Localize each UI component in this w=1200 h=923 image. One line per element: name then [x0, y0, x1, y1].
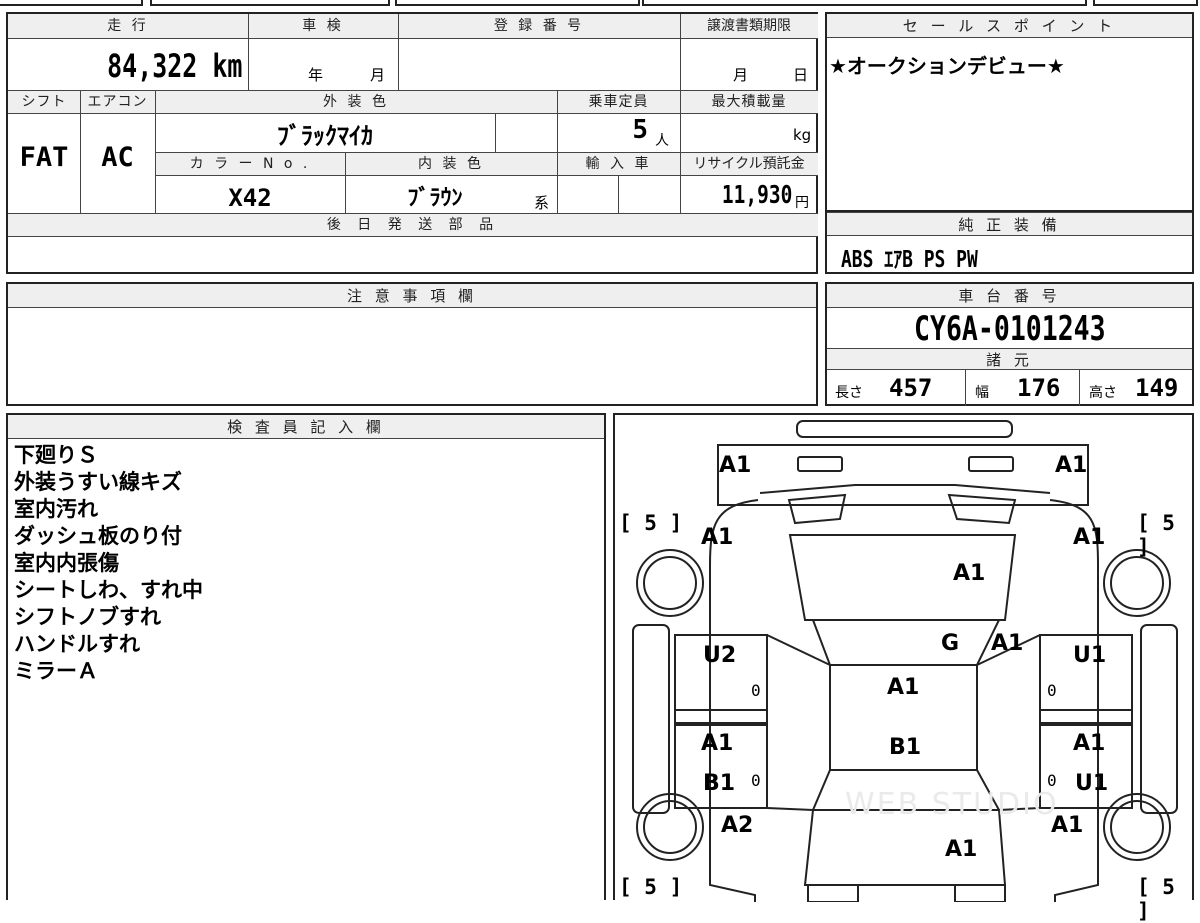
mark-front-door-left: U2	[703, 643, 737, 668]
chassis-value: CY6A-0101243	[913, 309, 1106, 349]
zero-indicator: 0	[1047, 681, 1057, 700]
inspector-notes: 下廻りＳ 外装うすい線キズ 室内汚れ ダッシュ板のり付 室内内張傷 シートしわ、…	[14, 442, 203, 685]
mileage-value: 84,322 km	[106, 47, 242, 85]
note-line: ミラーＡ	[14, 659, 98, 683]
watermark: WEB STUDIO	[845, 787, 1059, 822]
mark-windshield-right: A1	[991, 631, 1024, 656]
transfer-day-unit: 日	[793, 66, 809, 84]
length-label: 長さ	[835, 385, 863, 401]
chassis-label: 車 台 番 号	[827, 284, 1192, 308]
mark-rear-door-right-bottom: U1	[1075, 771, 1109, 796]
inspector-label: 検 査 員 記 入 欄	[8, 415, 604, 439]
shift-label: シフト	[8, 91, 80, 113]
mark-rear-quarter-right: A1	[1051, 813, 1084, 838]
mark-trunk: A1	[945, 837, 978, 862]
max-load-unit: kg	[793, 126, 812, 144]
note-line: 外装うすい線キズ	[14, 470, 182, 494]
shift-value: FAT	[19, 142, 69, 173]
exterior-color-label: 外 装 色	[155, 91, 557, 113]
mileage-label: 走 行	[8, 14, 248, 38]
recycle-value: 11,930	[721, 180, 792, 209]
mark-rear-quarter-left: A2	[721, 813, 754, 838]
import-label: 輸 入 車	[557, 153, 680, 175]
mark-windshield: G	[941, 631, 960, 656]
recycle-unit: 円	[795, 195, 809, 211]
caution-label: 注 意 事 項 欄	[8, 284, 816, 308]
specs-label: 諸 元	[827, 348, 1192, 370]
tire-bottom-left: [ 5 ]	[619, 875, 683, 899]
zero-indicator: 0	[1047, 771, 1057, 790]
mark-fender-right: A1	[1073, 525, 1106, 550]
mark-roof: A1	[887, 675, 920, 700]
note-line: 室内汚れ	[14, 497, 98, 521]
tire-top-left: [ 5 ]	[619, 511, 683, 535]
car-damage-diagram: WEB STUDIO [ 5 ] [ 5 ] [ 5 ] [ 5 ] A1 A1…	[613, 413, 1194, 923]
later-parts-label: 後 日 発 送 部 品	[8, 214, 818, 236]
caution-box: 注 意 事 項 欄	[6, 282, 818, 406]
transfer-deadline-label: 譲渡書類期限	[680, 14, 818, 38]
top-strip	[0, 0, 1200, 8]
interior-color-value: ﾌﾞﾗｳﾝ	[407, 186, 463, 211]
registration-label: 登 録 番 号	[398, 14, 680, 38]
capacity-label: 乗車定員	[557, 91, 680, 113]
note-line: ハンドルすれ	[14, 632, 140, 656]
capacity-unit: 人	[655, 133, 669, 149]
color-no-value: X42	[228, 184, 272, 212]
height-label: 高さ	[1089, 385, 1117, 401]
inspection-month-unit: 月	[370, 66, 386, 84]
mark-roof-rear: B1	[889, 735, 922, 760]
equipment-label: 純 正 装 備	[827, 212, 1192, 236]
mark-rear-door-right-top: A1	[1073, 731, 1106, 756]
inspection-label: 車 検	[248, 14, 398, 38]
aircon-label: エアコン	[80, 91, 155, 113]
length-value: 457	[889, 374, 933, 402]
mark-rear-door-left-bottom: B1	[703, 771, 736, 796]
zero-indicator: 0	[751, 771, 761, 790]
sales-point-text: ★オークションデビュー★	[829, 54, 1065, 78]
interior-suffix: 系	[534, 194, 550, 212]
note-line: ダッシュ板のり付	[14, 524, 182, 548]
aircon-value: AC	[101, 142, 134, 173]
equipment-box: 純 正 装 備 ABS ｴｱB PS PW	[825, 212, 1194, 274]
width-value: 176	[1017, 374, 1061, 402]
exterior-color-value: ﾌﾞﾗｯｸﾏｲｶ	[277, 122, 373, 150]
mark-front-right: A1	[1055, 453, 1088, 478]
mark-front-left: A1	[719, 453, 752, 478]
mark-rear-door-left-top: A1	[701, 731, 734, 756]
capacity-value: 5	[632, 115, 648, 145]
note-line: シフトノブすれ	[14, 605, 161, 629]
equipment-text: ABS ｴｱB PS PW	[841, 247, 978, 273]
width-label: 幅	[975, 385, 989, 401]
interior-color-label: 内 装 色	[345, 153, 557, 175]
mark-fender-left: A1	[701, 525, 734, 550]
color-no-label: カ ラ ー N o .	[155, 153, 345, 175]
tire-bottom-right: [ 5 ]	[1137, 875, 1175, 923]
sales-point-box: セ ー ル ス ポ イ ン ト ★オークションデビュー★	[825, 12, 1194, 212]
height-value: 149	[1135, 374, 1179, 402]
note-line: 室内内張傷	[14, 551, 119, 575]
mark-hood: A1	[953, 561, 986, 586]
note-line: シートしわ、すれ中	[14, 578, 203, 602]
tire-top-right: [ 5 ]	[1137, 511, 1175, 559]
transfer-month-unit: 月	[733, 66, 749, 84]
inspection-year-unit: 年	[308, 66, 324, 84]
mark-front-door-right: U1	[1073, 643, 1107, 668]
max-load-label: 最大積載量	[680, 91, 818, 113]
sales-point-label: セ ー ル ス ポ イ ン ト	[827, 14, 1192, 38]
zero-indicator: 0	[751, 681, 761, 700]
recycle-label: リサイクル預託金	[680, 153, 818, 175]
chassis-box: 車 台 番 号 CY6A-0101243 諸 元 長さ 457 幅 176 高さ…	[825, 282, 1194, 406]
inspector-box: 検 査 員 記 入 欄 下廻りＳ 外装うすい線キズ 室内汚れ ダッシュ板のり付 …	[6, 413, 606, 900]
main-info-table: 走 行 車 検 登 録 番 号 譲渡書類期限 84,322 km 年 月 月 日…	[6, 12, 818, 274]
note-line: 下廻りＳ	[14, 443, 98, 467]
